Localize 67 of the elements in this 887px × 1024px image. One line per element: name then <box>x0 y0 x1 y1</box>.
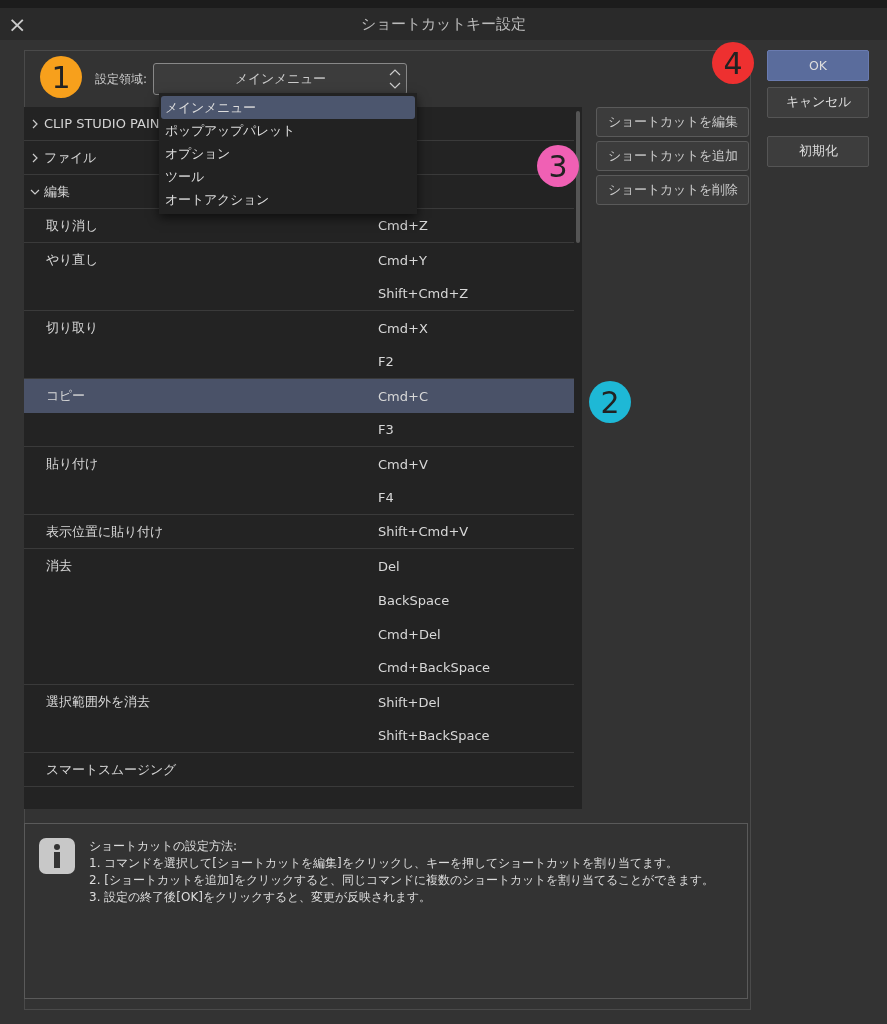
action-button[interactable]: ショートカットを追加 <box>596 141 749 171</box>
info-text: 2. [ショートカットを追加]をクリックすると、同じコマンドに複数のショートカットを割り当てることができます。 <box>89 872 714 889</box>
menu-item[interactable]: オートアクション <box>161 188 415 211</box>
action-button[interactable]: ショートカットを編集 <box>596 107 749 137</box>
shortcut-row[interactable]: やり直し Cmd+Y <box>24 243 574 277</box>
shortcut-key: Cmd+Y <box>378 252 427 268</box>
shortcut-row[interactable]: BackSpace <box>24 583 574 617</box>
command-name: スマートスムージング <box>45 760 177 779</box>
up-down-icon <box>388 68 403 90</box>
setting-area-select[interactable]: メインメニュー <box>153 63 408 95</box>
shortcut-key: Cmd+Del <box>378 626 441 642</box>
shortcut-row[interactable]: 選択範囲外を消去 Shift+Del <box>24 685 574 719</box>
shortcut-row[interactable]: F4 <box>24 481 574 515</box>
command-name: やり直し <box>45 251 99 269</box>
shortcut-key: Cmd+V <box>378 456 428 472</box>
shortcut-key: Cmd+X <box>378 320 428 336</box>
info-icon <box>39 838 75 874</box>
shortcut-row[interactable]: 切り取り Cmd+X <box>24 311 574 345</box>
field-label: 設定領域: <box>95 70 148 88</box>
shortcut-row[interactable]: 取り消し Cmd+Z <box>24 209 574 243</box>
shortcut-row[interactable]: Cmd+Del <box>24 617 574 651</box>
shortcut-row[interactable]: Shift+BackSpace <box>24 719 574 753</box>
tree-group[interactable]: 編集 <box>24 182 70 201</box>
command-name: 取り消し <box>45 216 99 235</box>
menu-item[interactable]: オプション <box>161 142 415 165</box>
shortcut-key: F3 <box>378 422 394 437</box>
chevron-right-icon <box>30 152 40 163</box>
shortcut-key: Shift+Cmd+Z <box>378 286 469 301</box>
info-text: 1. コマンドを選択して[ショートカットを編集]をクリックし、キーを押してショートカットを割り当てます。 <box>89 855 679 872</box>
menu-item[interactable]: ツール <box>161 165 415 188</box>
command-name: 表示位置に貼り付け <box>45 522 164 541</box>
shortcut-key: Shift+Del <box>378 694 441 710</box>
shortcut-row[interactable]: Cmd+BackSpace <box>24 651 574 685</box>
shortcut-key: F2 <box>378 354 394 369</box>
close-button[interactable]: × <box>8 12 27 37</box>
shortcut-row[interactable]: Shift+Cmd+Z <box>24 277 574 311</box>
chevron-right-icon <box>30 118 40 129</box>
command-name: 切り取り <box>45 319 99 337</box>
menu-item[interactable]: ポップアップパレット <box>161 119 415 142</box>
shortcut-key: Cmd+BackSpace <box>378 660 491 675</box>
dialog-button[interactable]: キャンセル <box>767 87 869 118</box>
info-text: 3. 設定の終了後[OK]をクリックすると、変更が反映されます。 <box>89 889 432 906</box>
shortcut-row[interactable]: 消去 Del <box>24 549 574 583</box>
shortcut-key: Cmd+C <box>378 388 428 404</box>
command-name: 貼り付け <box>45 455 99 473</box>
shortcut-row[interactable]: 貼り付け Cmd+V <box>24 447 574 481</box>
shortcut-key: F4 <box>378 490 394 505</box>
shortcut-row[interactable]: 表示位置に貼り付け Shift+Cmd+V <box>24 515 574 549</box>
dialog-button[interactable]: OK <box>767 50 869 81</box>
action-button[interactable]: ショートカットを削除 <box>596 175 749 205</box>
shortcut-row[interactable]: F3 <box>24 413 574 447</box>
command-name: 選択範囲外を消去 <box>45 693 151 711</box>
shortcut-key: Cmd+Z <box>378 218 428 233</box>
dialog-button[interactable]: 初期化 <box>767 136 869 167</box>
command-name: 消去 <box>45 557 73 575</box>
shortcut-key: Shift+BackSpace <box>378 728 490 743</box>
tree-group[interactable]: ファイル <box>24 148 96 167</box>
info-text: ショートカットの設定方法: <box>89 838 239 855</box>
window-title: ショートカットキー設定 <box>361 14 526 34</box>
command-name: コピー <box>45 387 86 405</box>
menu-item[interactable]: メインメニュー <box>161 96 415 119</box>
shortcut-row[interactable]: コピー Cmd+C <box>24 379 574 413</box>
tree-group[interactable]: CLIP STUDIO PAIN <box>24 116 160 131</box>
scrollbar[interactable] <box>576 111 580 243</box>
shortcut-key: Shift+Cmd+V <box>378 524 469 539</box>
shortcut-key: Del <box>378 558 400 574</box>
shortcut-key: BackSpace <box>378 592 450 608</box>
